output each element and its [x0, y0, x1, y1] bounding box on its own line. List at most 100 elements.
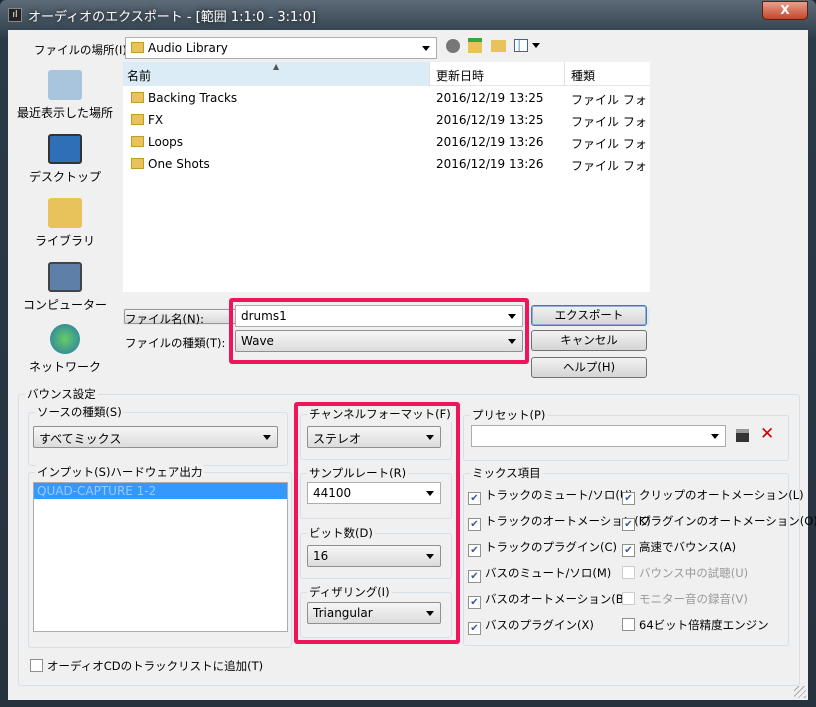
place-recent[interactable]: 最近表示した場所	[12, 70, 118, 121]
mix-option-checkbox[interactable]: ✔ バスのミュート/ソロ(M)	[468, 565, 611, 583]
file-date: 2016/12/19 13:25	[436, 113, 544, 127]
mix-label: ミックス項目	[470, 465, 543, 481]
file-name: FX	[148, 113, 164, 127]
checkbox-box[interactable]: ✔	[622, 492, 635, 505]
list-item[interactable]: Loops 2016/12/19 13:26 ファイル フォ	[123, 131, 650, 153]
back-icon[interactable]	[446, 39, 460, 53]
network-icon	[50, 324, 80, 354]
file-name: One Shots	[148, 157, 210, 171]
help-button[interactable]: ヘルプ(H)	[531, 357, 647, 378]
save-preset-icon[interactable]	[736, 429, 749, 442]
chevron-down-icon	[426, 554, 434, 559]
location-combo[interactable]: Audio Library	[125, 37, 437, 59]
filetype-label: ファイルの種類(T):	[125, 336, 226, 350]
window-title: オーディオのエクスポート - [範囲 1:1:0 - 3:1:0]	[28, 10, 317, 25]
folder-icon	[131, 136, 144, 147]
checkbox-box[interactable]: ✔	[468, 622, 481, 635]
sort-ascending-icon: ▲	[273, 62, 280, 71]
chevron-down-icon	[508, 339, 516, 344]
folder-icon	[131, 158, 144, 169]
samplerate-value: 44100	[313, 486, 352, 500]
places-bar: 最近表示した場所 デスクトップ ライブラリ コンピューター ネットワーク	[12, 62, 118, 380]
delete-preset-icon[interactable]: ✕	[760, 424, 774, 444]
up-folder-icon[interactable]	[468, 38, 482, 53]
checkbox-label: オーディオCDのトラックリストに追加(T)	[47, 659, 264, 673]
file-date: 2016/12/19 13:26	[436, 157, 544, 171]
place-label: ネットワーク	[28, 360, 101, 374]
chevron-down-icon	[422, 46, 430, 51]
place-network[interactable]: ネットワーク	[12, 324, 118, 375]
mix-option-checkbox[interactable]: ✔ トラックのプラグイン(C)	[468, 539, 617, 557]
checkbox-box[interactable]	[622, 618, 635, 631]
checkbox-box[interactable]	[622, 566, 635, 579]
checkbox-box[interactable]: ✔	[468, 544, 481, 557]
checkbox-label: バウンス中の試聴(U)	[639, 566, 749, 580]
mix-option-checkbox[interactable]: モニター音の録音(V)	[622, 591, 748, 607]
column-type[interactable]: 種類	[565, 62, 650, 86]
checkbox-box[interactable]: ✔	[468, 518, 481, 531]
desktop-icon	[48, 134, 82, 164]
checkbox-box[interactable]: ✔	[622, 518, 635, 531]
checkbox-box[interactable]: ✔	[622, 544, 635, 557]
mix-option-checkbox[interactable]: ✔ クリップのオートメーション(L)	[622, 487, 804, 505]
input-listbox[interactable]: QUAD-CAPTURE 1-2	[33, 482, 288, 632]
new-folder-icon[interactable]	[491, 40, 506, 52]
samplerate-select[interactable]: 44100	[307, 482, 441, 504]
checkbox-box[interactable]	[30, 659, 43, 672]
source-select[interactable]: すべてミックス	[33, 426, 278, 448]
checkbox-label: バスのミュート/ソロ(M)	[485, 566, 612, 580]
checkbox-label: トラックのプラグイン(C)	[485, 540, 618, 554]
chevron-down-icon[interactable]	[532, 43, 540, 48]
view-menu-icon[interactable]	[514, 39, 528, 52]
checkbox-box[interactable]: ✔	[468, 570, 481, 583]
list-item[interactable]: One Shots 2016/12/19 13:26 ファイル フォ	[123, 153, 650, 175]
filetype-select[interactable]: Wave	[235, 330, 523, 352]
checkbox-label: 64ビット倍精度エンジン	[639, 618, 769, 632]
cancel-button[interactable]: キャンセル	[531, 330, 647, 351]
dialog-client: ファイルの場所(I): Audio Library 最近表示した場所 デスクトッ…	[8, 30, 816, 700]
chevron-down-icon	[508, 314, 516, 319]
dither-select[interactable]: Triangular	[307, 602, 441, 624]
mix-option-checkbox[interactable]: ✔ トラックのミュート/ソロ(U)	[468, 487, 633, 505]
mix-option-checkbox[interactable]: ✔ プラグインのオートメーション(O)	[622, 513, 816, 531]
channel-value: ステレオ	[313, 432, 362, 446]
mix-option-checkbox[interactable]: バウンス中の試聴(U)	[622, 565, 748, 581]
audio-cd-checkbox[interactable]: オーディオCDのトラックリストに追加(T)	[30, 658, 263, 674]
source-value: すべてミックス	[39, 432, 122, 446]
file-name: Loops	[148, 135, 184, 149]
place-label: コンピューター	[22, 298, 107, 312]
recent-places-icon	[48, 70, 82, 100]
list-item[interactable]: Backing Tracks 2016/12/19 13:25 ファイル フォ	[123, 87, 650, 109]
filename-input[interactable]: drums1	[235, 305, 523, 327]
list-item[interactable]: QUAD-CAPTURE 1-2	[34, 483, 287, 499]
file-type: ファイル フォ	[571, 115, 647, 129]
mix-option-checkbox[interactable]: ✔ 高速でバウンス(A)	[622, 539, 736, 557]
resize-grip-icon[interactable]	[794, 686, 806, 698]
file-list[interactable]: 名前 ▲ 更新日時 種類 Backing Tracks 2016/12/19 13…	[123, 62, 650, 325]
place-library[interactable]: ライブラリ	[12, 198, 118, 249]
checkbox-box[interactable]: ✔	[468, 596, 481, 609]
filename-label: ファイル名(N):	[125, 312, 204, 326]
dither-label: ディザリング(I)	[307, 584, 392, 600]
checkbox-box[interactable]: ✔	[468, 492, 481, 505]
channel-select[interactable]: ステレオ	[307, 426, 441, 448]
preset-select[interactable]	[471, 425, 726, 447]
mix-option-checkbox[interactable]: ✔ バスのオートメーション(B)	[468, 591, 628, 609]
mix-option-checkbox[interactable]: ✔ バスのプラグイン(X)	[468, 617, 594, 635]
list-item[interactable]: FX 2016/12/19 13:25 ファイル フォ	[123, 109, 650, 131]
column-date[interactable]: 更新日時	[430, 62, 565, 86]
place-computer[interactable]: コンピューター	[12, 262, 118, 313]
chevron-down-icon	[263, 435, 271, 440]
bits-value: 16	[313, 549, 329, 563]
mix-option-checkbox[interactable]: 64ビット倍精度エンジン	[622, 617, 769, 633]
chevron-down-icon	[426, 611, 434, 616]
app-icon: ıl	[8, 8, 22, 22]
checkbox-box[interactable]	[622, 592, 635, 605]
bits-select[interactable]: 16	[307, 545, 441, 567]
checkbox-label: クリップのオートメーション(L)	[639, 488, 804, 502]
close-button[interactable]: X	[762, 1, 808, 20]
place-desktop[interactable]: デスクトップ	[12, 134, 118, 185]
place-label: デスクトップ	[28, 170, 101, 184]
checkbox-label: トラックのミュート/ソロ(U)	[485, 488, 633, 502]
export-button[interactable]: エクスポート	[531, 305, 647, 326]
